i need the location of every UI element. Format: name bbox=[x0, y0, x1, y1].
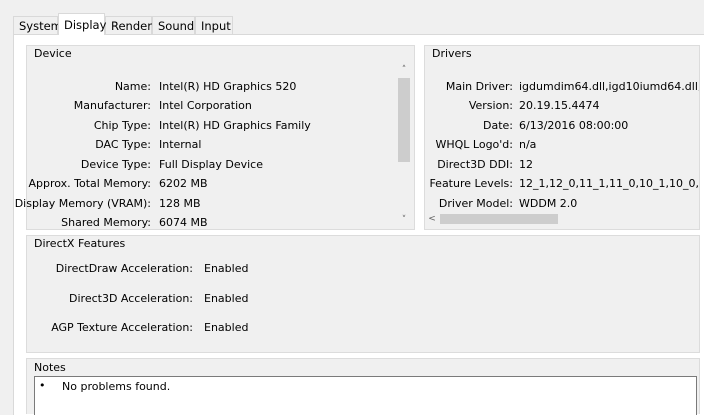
scroll-up-arrow-icon[interactable]: ˄ bbox=[398, 65, 410, 75]
bullet-icon: • bbox=[39, 379, 46, 392]
tab-system[interactable]: System bbox=[13, 16, 62, 34]
device-group: Device Name: Intel(R) HD Graphics 520 Ma… bbox=[15, 45, 415, 230]
shared-memory-label: Shared Memory: bbox=[61, 216, 151, 229]
direct3d-ddi-label: Direct3D DDI: bbox=[437, 158, 513, 171]
manufacturer-value: Intel Corporation bbox=[159, 99, 252, 112]
version-value: 20.19.15.4474 bbox=[519, 99, 600, 112]
scroll-down-arrow-icon[interactable]: ˅ bbox=[398, 215, 410, 225]
feature-levels-value: 12_1,12_0,11_1,11_0,10_1,10_0,9_3 bbox=[519, 177, 699, 190]
shared-memory-value: 6074 MB bbox=[159, 216, 208, 229]
tab-input[interactable]: Input bbox=[195, 16, 233, 34]
main-driver-label: Main Driver: bbox=[445, 80, 513, 93]
driver-model-value: WDDM 2.0 bbox=[519, 197, 578, 210]
direct3d-value: Enabled bbox=[204, 292, 249, 305]
tab-render[interactable]: Render bbox=[105, 16, 152, 34]
chip-type-label: Chip Type: bbox=[93, 119, 151, 132]
whql-label: WHQL Logo'd: bbox=[435, 138, 513, 151]
directx-group-title: DirectX Features bbox=[34, 237, 126, 250]
notes-item: No problems found. bbox=[62, 380, 171, 393]
date-label: Date: bbox=[483, 119, 513, 132]
direct3d-ddi-value: 12 bbox=[519, 158, 533, 171]
agp-texture-value: Enabled bbox=[204, 321, 249, 334]
total-memory-value: 6202 MB bbox=[159, 177, 208, 190]
driver-model-label: Driver Model: bbox=[438, 197, 513, 210]
main-driver-value: igdumdim64.dll,igd10iumd64.dll,igd10iu bbox=[519, 80, 699, 93]
device-type-value: Full Display Device bbox=[159, 158, 263, 171]
drivers-list[interactable]: Main Driver: igdumdim64.dll,igd10iumd64.… bbox=[425, 46, 699, 211]
drivers-horizontal-scrollbar[interactable]: < bbox=[426, 212, 699, 226]
agp-texture-label: AGP Texture Acceleration: bbox=[51, 321, 193, 334]
dac-type-label: DAC Type: bbox=[95, 138, 151, 151]
notes-textbox[interactable]: • No problems found. bbox=[34, 376, 697, 415]
notes-group: Notes • No problems found. bbox=[26, 358, 700, 415]
notes-group-title: Notes bbox=[34, 361, 66, 374]
device-group-title: Device bbox=[34, 47, 72, 60]
tab-display[interactable]: Display bbox=[58, 13, 106, 35]
device-vertical-scrollbar[interactable]: ˄ ˅ bbox=[397, 64, 411, 227]
whql-value: n/a bbox=[519, 138, 537, 151]
version-label: Version: bbox=[468, 99, 513, 112]
device-type-label: Device Type: bbox=[80, 158, 151, 171]
chip-type-value: Intel(R) HD Graphics Family bbox=[159, 119, 311, 132]
directdraw-value: Enabled bbox=[204, 262, 249, 275]
scroll-left-arrow-icon[interactable]: < bbox=[426, 214, 438, 224]
drivers-group: Drivers Main Driver: igdumdim64.dll,igd1… bbox=[424, 45, 700, 230]
display-memory-label: Display Memory (VRAM): bbox=[14, 197, 151, 210]
manufacturer-label: Manufacturer: bbox=[73, 99, 151, 112]
horizontal-scroll-thumb[interactable] bbox=[440, 214, 558, 224]
direct3d-label: Direct3D Acceleration: bbox=[69, 292, 193, 305]
directdraw-label: DirectDraw Acceleration: bbox=[55, 262, 193, 275]
feature-levels-label: Feature Levels: bbox=[429, 177, 513, 190]
scroll-thumb[interactable] bbox=[398, 78, 410, 162]
total-memory-label: Approx. Total Memory: bbox=[28, 177, 152, 190]
device-name-value: Intel(R) HD Graphics 520 bbox=[159, 80, 297, 93]
dac-type-value: Internal bbox=[159, 138, 202, 151]
date-value: 6/13/2016 08:00:00 bbox=[519, 119, 629, 132]
device-name-label: Name: bbox=[114, 80, 151, 93]
display-memory-value: 128 MB bbox=[159, 197, 201, 210]
tab-sound[interactable]: Sound bbox=[152, 16, 195, 34]
directx-features-group: DirectX Features DirectDraw Acceleration… bbox=[26, 235, 700, 353]
